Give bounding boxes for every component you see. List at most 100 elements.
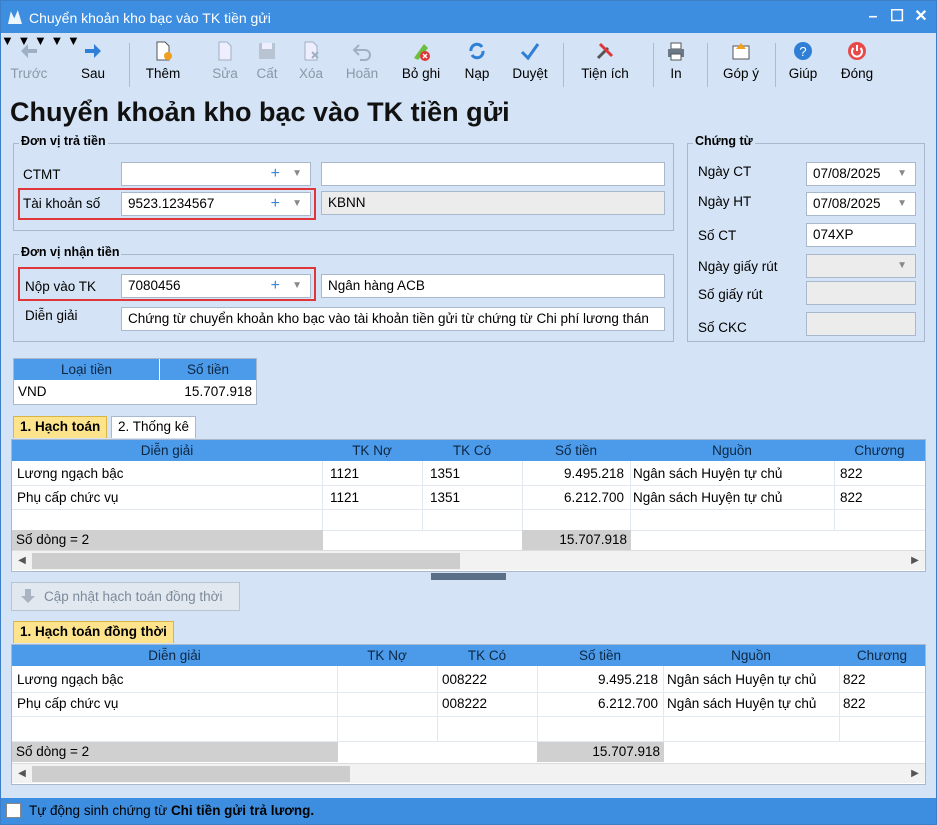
scroll-left-icon[interactable]: ◀ [14,765,30,783]
column-header: Chương [834,440,925,461]
voucher-date-label: Ngày CT [698,164,752,179]
new-document-icon [156,41,172,61]
add-button[interactable]: Thêm [139,37,187,89]
accounting-grid: Diễn giải TK Nợ TK Có Số tiền Nguồn Chươ… [11,439,926,572]
chevron-down-icon[interactable]: ▼ [897,193,907,215]
unpost-button[interactable]: Bỏ ghi [395,37,447,89]
save-button[interactable]: Cất [249,37,285,89]
ckc-number-field[interactable] [806,312,916,336]
payer-account-description: KBNN [321,191,665,215]
withdrawal-date-picker[interactable]: ▼ [806,254,916,278]
unpost-icon [414,44,430,61]
horizontal-scrollbar[interactable]: ◀ ▶ [12,763,925,783]
description-label: Diễn giải [25,308,78,323]
delete-document-icon [304,41,319,61]
column-header: TK Có [437,645,537,666]
currency-type-cell[interactable]: VND [18,381,158,403]
approve-button[interactable]: Duyệt [505,37,555,89]
undo-button[interactable]: Hoãn [339,37,385,89]
utility-button[interactable]: Tiện ích [575,37,635,89]
description-field[interactable]: Chứng từ chuyển khoản kho bạc vào tài kh… [121,307,665,331]
edit-document-icon [218,41,232,61]
column-header: TK Có [422,440,522,461]
highlight-box [18,267,316,301]
scroll-right-icon[interactable]: ▶ [907,552,923,570]
help-button[interactable]: ? Giúp [783,37,823,89]
edit-button[interactable]: Sửa [205,37,245,89]
row-count: Số dòng = 2 [12,742,338,762]
row-count: Số dòng = 2 [12,530,323,550]
splitter-handle[interactable] [431,573,506,580]
payee-group-title: Đơn vị nhận tiền [19,245,122,259]
voucher-number-field[interactable]: 074XP [806,223,916,247]
voucher-date-picker[interactable]: 07/08/2025 ▼ [806,162,916,186]
column-header: Nguồn [663,645,839,666]
add-icon[interactable]: + [271,163,280,185]
scroll-thumb[interactable] [32,766,350,782]
close-button[interactable]: Đóng [833,37,881,89]
currency-table: Loại tiền Số tiền VND 15.707.918 [13,358,257,405]
feedback-button[interactable]: Góp ý [715,37,767,89]
scroll-left-icon[interactable]: ◀ [14,552,30,570]
arrow-down-icon [21,589,35,603]
payer-group-title: Đơn vị trả tiền [19,134,108,148]
app-icon [8,10,22,24]
horizontal-scrollbar[interactable]: ◀ ▶ [12,550,925,570]
ctmt-description-field[interactable] [321,162,665,186]
chevron-down-icon[interactable]: ▼ [897,255,907,277]
column-header: Nguồn [630,440,834,461]
withdrawal-date-label: Ngày giấy rút [698,259,778,274]
column-header: Số tiền [537,645,663,666]
auto-generate-checkbox[interactable] [6,803,21,818]
update-simultaneous-button[interactable]: Cập nhật hạch toán đồng thời [11,582,240,611]
tab-simultaneous-accounting[interactable]: 1. Hạch toán đồng thời [13,621,174,643]
withdrawal-number-field[interactable] [806,281,916,305]
posting-date-picker[interactable]: 07/08/2025 ▼ [806,192,916,216]
arrow-right-icon [85,44,101,58]
next-button[interactable]: Sau [71,37,115,89]
scroll-thumb[interactable] [32,553,460,569]
posting-date-label: Ngày HT [698,194,752,209]
floppy-disk-icon [259,43,275,59]
tools-icon [596,42,614,60]
window-title: Chuyển khoản kho bạc vào TK tiền gửi [29,10,271,26]
tab-accounting[interactable]: 1. Hạch toán [13,416,108,438]
refresh-icon [469,42,485,60]
column-header: Diễn giải [12,645,337,666]
currency-amount-cell[interactable]: 15.707.918 [160,381,256,403]
checkmark-icon [520,43,540,61]
undo-icon [352,44,371,61]
page-title: Chuyển khoản kho bạc vào TK tiền gửi [10,97,510,127]
feedback-icon [732,43,750,60]
minimize-icon[interactable]: – [863,7,883,27]
main-window: Chuyển khoản kho bạc vào TK tiền gửi – ☐… [0,0,937,825]
voucher-number-label: Số CT [698,228,737,243]
total-amount: 15.707.918 [522,530,631,550]
ctmt-label: CTMT [23,167,61,182]
auto-generate-label: Tự động sinh chứng từ Chi tiền gửi trả l… [29,803,315,818]
print-button[interactable]: In [661,37,691,89]
power-icon [848,42,866,60]
ckc-number-label: Số CKC [698,320,747,335]
delete-button[interactable]: Xóa [293,37,329,89]
scroll-right-icon[interactable]: ▶ [907,765,923,783]
simultaneous-grid: Diễn giải TK Nợ TK Có Số tiền Nguồn Chươ… [11,644,926,785]
printer-icon [668,42,684,61]
payee-account-description[interactable]: Ngân hàng ACB [321,274,665,298]
close-icon[interactable]: ✕ [911,7,931,27]
ctmt-combobox[interactable]: + ▼ [121,162,311,186]
column-header: TK Nợ [322,440,422,461]
prev-button[interactable]: Trước [5,37,53,89]
column-header: Loại tiền [14,359,159,380]
column-header: TK Nợ [337,645,437,666]
arrow-left-icon [21,44,37,58]
tab-statistics[interactable]: 2. Thống kê [111,416,197,438]
chevron-down-icon[interactable]: ▼ [292,163,302,185]
title-bar: Chuyển khoản kho bạc vào TK tiền gửi – ☐… [1,1,936,33]
chevron-down-icon[interactable]: ▼ [897,163,907,185]
load-button[interactable]: Nạp [457,37,497,89]
toolbar: Trước ▼ Sau ▼ Thêm ▼ Sửa Cất Xóa Hoãn Bỏ… [1,33,936,93]
status-bar: Tự động sinh chứng từ Chi tiền gửi trả l… [1,798,936,824]
help-icon: ? [794,42,812,60]
maximize-icon[interactable]: ☐ [887,7,907,27]
